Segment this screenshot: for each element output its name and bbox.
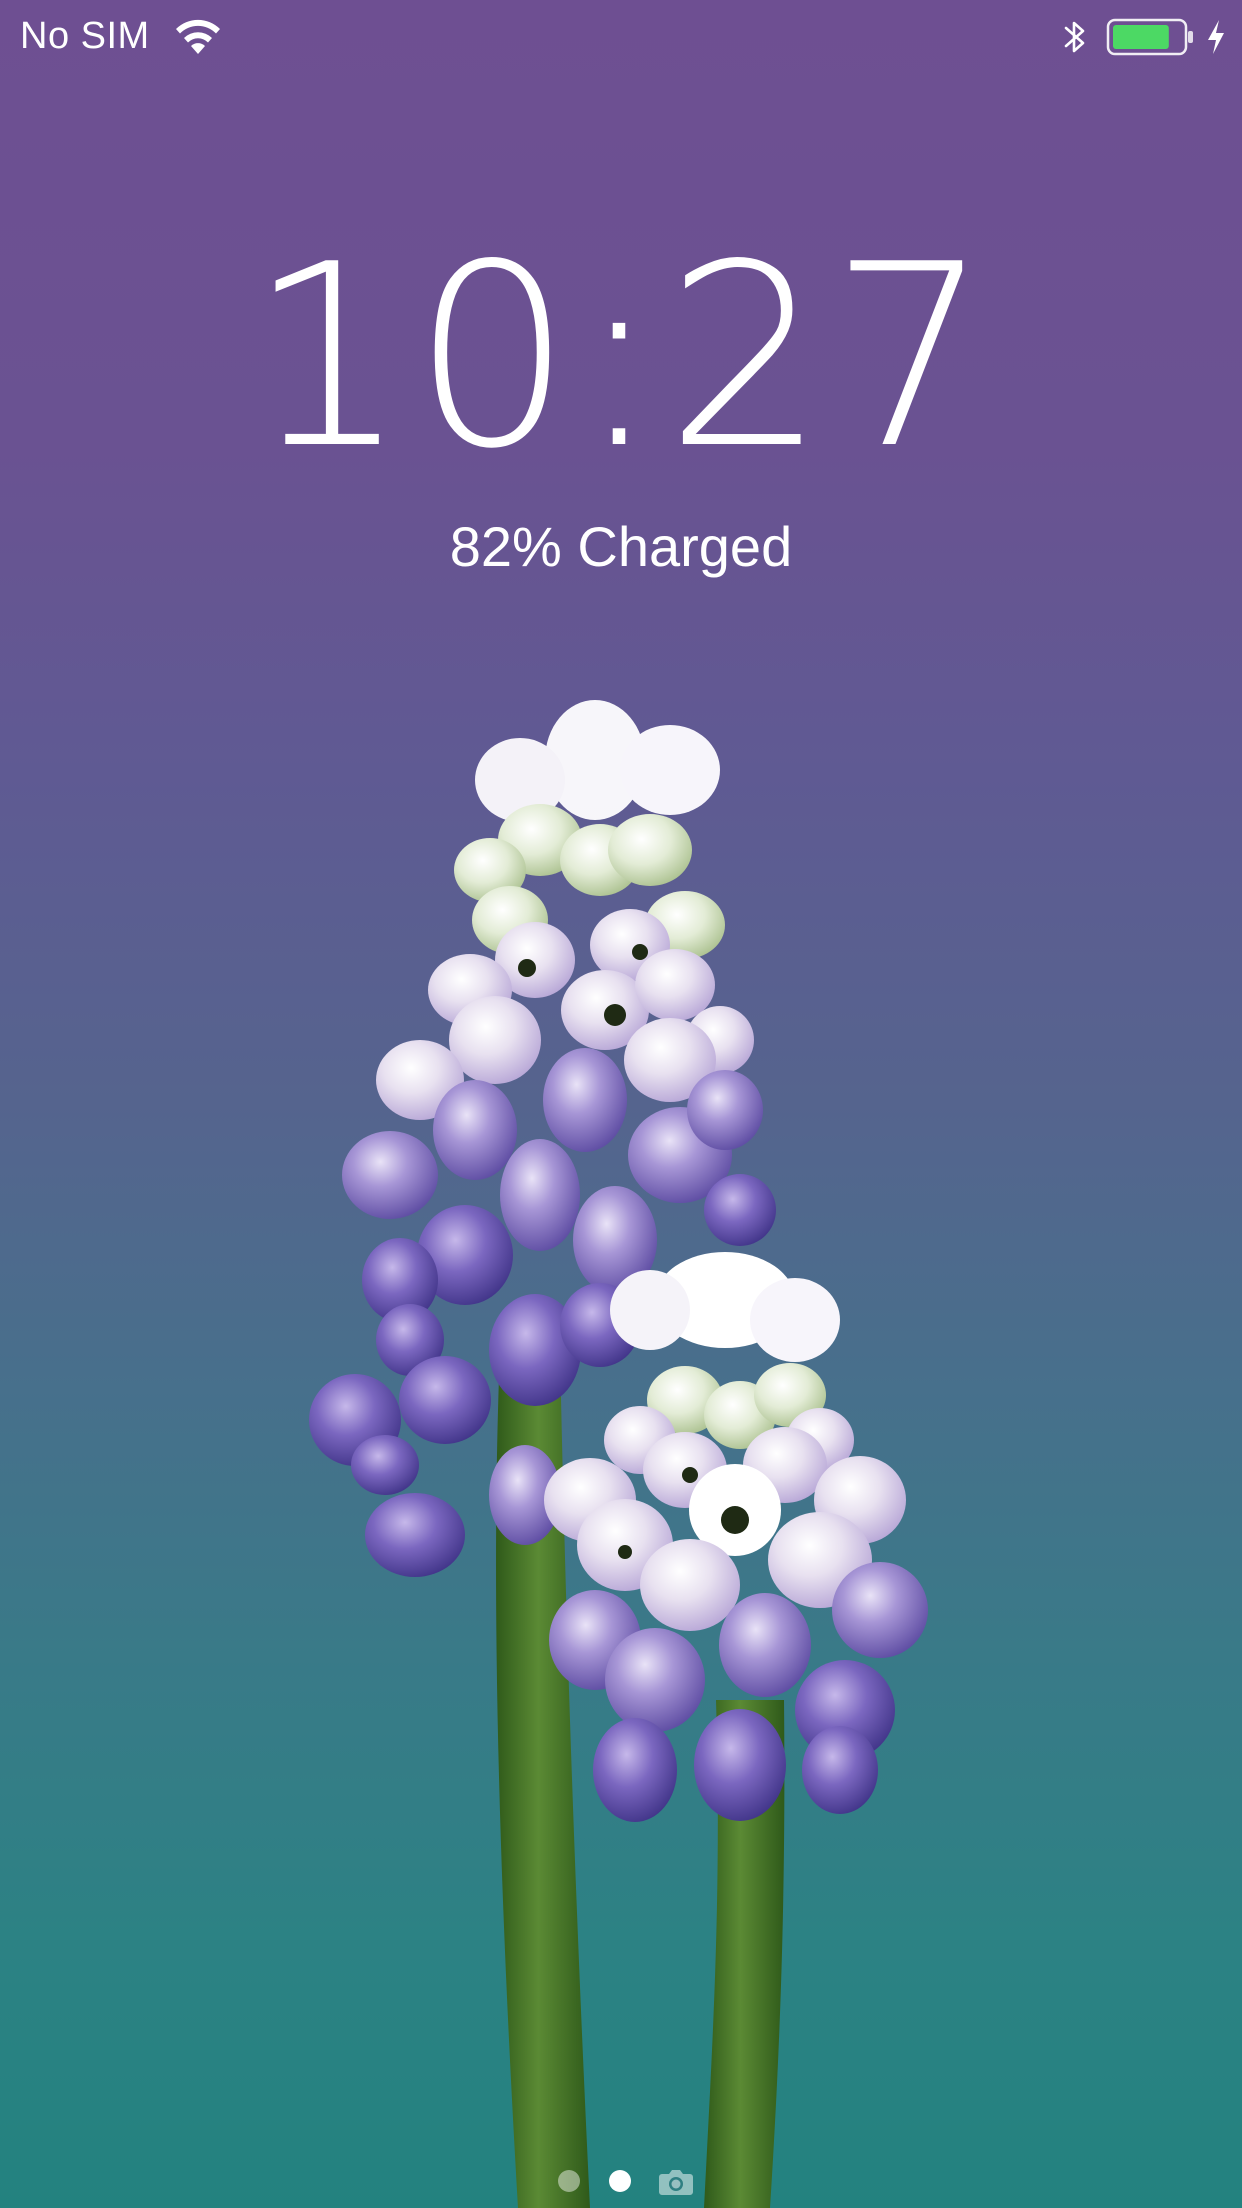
lock-screen-clock: 10:27 xyxy=(247,211,995,504)
bluetooth-icon xyxy=(1064,21,1085,53)
page-indicator[interactable] xyxy=(0,2166,1242,2196)
status-bar: No SIM xyxy=(0,0,1242,72)
charging-bolt-icon xyxy=(1208,20,1224,54)
battery-level-fill xyxy=(1113,25,1169,49)
carrier-label: No SIM xyxy=(20,15,150,57)
camera-icon[interactable] xyxy=(658,2166,694,2196)
lock-screen[interactable]: No SIM 10:27 82% Charged xyxy=(0,0,1242,2208)
wifi-icon xyxy=(176,19,220,54)
battery-icon xyxy=(1106,18,1193,56)
charge-status-label: 82% Charged xyxy=(449,515,793,578)
page-dot-1[interactable] xyxy=(558,2170,580,2192)
page-dot-2-active[interactable] xyxy=(609,2170,631,2192)
